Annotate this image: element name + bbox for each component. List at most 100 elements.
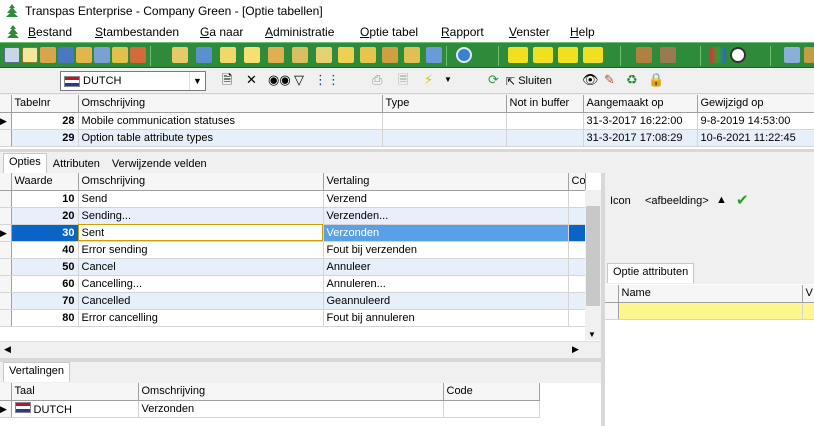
cell-omschrijving[interactable]: Option table attribute types bbox=[78, 129, 383, 147]
cell-omschrijving[interactable]: Verzonden bbox=[138, 400, 444, 418]
cell-waarde[interactable]: 50 bbox=[11, 258, 79, 276]
menu-stambestanden[interactable]: Stambestanden bbox=[95, 25, 179, 39]
cell-waarde[interactable]: 30 bbox=[11, 224, 79, 242]
table-row[interactable]: 80 Error cancelling Fout bij annuleren bbox=[0, 309, 586, 327]
cell-omschrijving[interactable]: Cancelled bbox=[78, 292, 324, 310]
edit-form-icon[interactable]: ✎ bbox=[604, 72, 615, 88]
close-button[interactable]: ⇱ Sluiten bbox=[506, 71, 552, 91]
cell-waarde[interactable]: 80 bbox=[11, 309, 79, 327]
cell-type[interactable] bbox=[382, 112, 507, 130]
cell-vertaling[interactable]: Verzenden... bbox=[323, 207, 569, 225]
truck-icon-2[interactable] bbox=[533, 47, 553, 63]
lock-doc-icon[interactable]: 🔒 bbox=[648, 72, 664, 88]
cell-omschrijving[interactable]: Sending... bbox=[78, 207, 324, 225]
cell-omschrijving[interactable]: Mobile communication statuses bbox=[78, 112, 383, 130]
col-code[interactable]: Co bbox=[568, 173, 586, 191]
notes-icon[interactable] bbox=[268, 47, 284, 63]
folder-icon[interactable] bbox=[40, 47, 56, 63]
clipboard-icon[interactable] bbox=[292, 47, 308, 63]
chart-doc-icon[interactable] bbox=[404, 47, 420, 63]
color-bars-icon[interactable] bbox=[710, 47, 726, 63]
cell-type[interactable] bbox=[382, 129, 507, 147]
table-row[interactable]: 70 Cancelled Geannuleerd bbox=[0, 292, 586, 310]
table-row[interactable]: ▶ DUTCH Verzonden bbox=[0, 400, 540, 418]
truck-icon-1[interactable] bbox=[508, 47, 528, 63]
network-icon[interactable] bbox=[196, 47, 212, 63]
language-select[interactable]: DUTCH ▼ bbox=[60, 71, 206, 91]
menu-help[interactable]: Help bbox=[570, 25, 595, 39]
globe-icon[interactable] bbox=[456, 47, 472, 63]
grid-icon[interactable] bbox=[22, 47, 38, 63]
tab-attributen[interactable]: Attributen bbox=[47, 155, 106, 173]
filter-icon[interactable]: ▽ bbox=[294, 72, 304, 88]
warehouse-icon[interactable] bbox=[636, 47, 652, 63]
print-preview-icon[interactable]: 🗏 bbox=[398, 72, 408, 88]
tab-vertalingen[interactable]: Vertalingen bbox=[3, 362, 71, 382]
app-menu-icon[interactable] bbox=[6, 25, 20, 39]
edit-icon[interactable] bbox=[316, 47, 332, 63]
truck-icon-3[interactable] bbox=[558, 47, 578, 63]
tab-opties[interactable]: Opties bbox=[3, 153, 47, 173]
cell-tabelnr[interactable]: 28 bbox=[11, 112, 79, 130]
table-row[interactable]: 40 Error sending Fout bij verzenden bbox=[0, 241, 586, 259]
menu-optie-tabel[interactable]: Optie tabel bbox=[360, 25, 418, 39]
options-horizontal-scrollbar[interactable]: ◀ ▶ bbox=[0, 341, 601, 358]
table-row-new[interactable] bbox=[605, 302, 814, 320]
table-row[interactable]: ▶ 28 Mobile communication statuses 31-3-… bbox=[0, 112, 814, 130]
col-value[interactable]: V bbox=[802, 285, 814, 303]
scroll-left-icon[interactable]: ◀ bbox=[4, 344, 11, 355]
binoculars-icon[interactable]: ◉◉ bbox=[268, 72, 291, 88]
col-omschrijving[interactable]: Omschrijving bbox=[138, 383, 444, 401]
dropdown-arrow-icon[interactable]: ▼ bbox=[444, 72, 452, 88]
col-type[interactable]: Type bbox=[382, 95, 507, 113]
col-omschrijving[interactable]: Omschrijving bbox=[78, 95, 383, 113]
horizontal-splitter[interactable] bbox=[0, 149, 814, 152]
col-taal[interactable]: Taal bbox=[11, 383, 139, 401]
col-tabelnr[interactable]: Tabelnr bbox=[11, 95, 79, 113]
tab-verwijzende-velden[interactable]: Verwijzende velden bbox=[106, 155, 213, 173]
lock-icon[interactable] bbox=[76, 47, 92, 63]
tree-icon[interactable] bbox=[244, 47, 260, 63]
recycle-icon[interactable]: ♻ bbox=[626, 72, 638, 88]
cell-waarde[interactable]: 10 bbox=[11, 190, 79, 208]
col-omschrijving[interactable]: Omschrijving bbox=[78, 173, 324, 191]
icon-value[interactable]: <afbeelding> bbox=[645, 195, 709, 207]
cell-aangemaakt[interactable]: 31-3-2017 16:22:00 bbox=[583, 112, 698, 130]
cell-vertaling[interactable]: Annuleer bbox=[323, 258, 569, 276]
cell-waarde[interactable]: 70 bbox=[11, 292, 79, 310]
cell-omschrijving[interactable]: Send bbox=[78, 190, 324, 208]
chevron-down-icon[interactable]: ▼ bbox=[189, 72, 205, 90]
menu-venster[interactable]: Venster bbox=[509, 25, 550, 39]
cell-vertaling[interactable]: Geannuleerd bbox=[323, 292, 569, 310]
cell-aangemaakt[interactable]: 31-3-2017 17:08:29 bbox=[583, 129, 698, 147]
cell-omschrijving[interactable]: Cancel bbox=[78, 258, 324, 276]
cell-vertaling[interactable]: Verzend bbox=[323, 190, 569, 208]
id-card-icon[interactable] bbox=[112, 47, 128, 63]
calendar-icon[interactable] bbox=[426, 47, 442, 63]
book-icon[interactable] bbox=[130, 47, 146, 63]
cell-waarde[interactable]: 20 bbox=[11, 207, 79, 225]
cell-code[interactable] bbox=[443, 400, 540, 418]
col-vertaling[interactable]: Vertaling bbox=[323, 173, 569, 191]
bottom-splitter[interactable] bbox=[0, 358, 601, 362]
table-row[interactable]: 50 Cancel Annuleer bbox=[0, 258, 586, 276]
scrollbar-thumb[interactable] bbox=[586, 206, 600, 306]
menu-ga-naar[interactable]: Ga naar bbox=[200, 25, 243, 39]
cell-omschrijving[interactable]: Error cancelling bbox=[78, 309, 324, 327]
scroll-right-icon[interactable]: ▶ bbox=[572, 344, 579, 355]
cell-omschrijving[interactable]: Cancelling... bbox=[78, 275, 324, 293]
scroll-down-icon[interactable]: ▼ bbox=[588, 330, 596, 339]
refresh-icon[interactable]: ⟳ bbox=[488, 72, 499, 88]
person-icon[interactable] bbox=[94, 47, 110, 63]
table-row-selected[interactable]: ▶ 30 Sent Verzonden bbox=[0, 224, 586, 242]
image-browse-icon[interactable]: ▲ bbox=[716, 194, 727, 206]
tab-optie-attributen[interactable]: Optie attributen bbox=[607, 263, 695, 283]
table-row[interactable]: 60 Cancelling... Annuleren... bbox=[0, 275, 586, 293]
truck-icon-4[interactable] bbox=[583, 47, 603, 63]
cell-waarde[interactable]: 40 bbox=[11, 241, 79, 259]
clock-icon[interactable] bbox=[730, 47, 746, 63]
cell-name[interactable] bbox=[618, 302, 803, 320]
cell-vertaling[interactable]: Fout bij annuleren bbox=[323, 309, 569, 327]
check-icon[interactable]: ✔ bbox=[736, 191, 749, 209]
lightning-icon[interactable]: ⚡ bbox=[424, 72, 433, 88]
